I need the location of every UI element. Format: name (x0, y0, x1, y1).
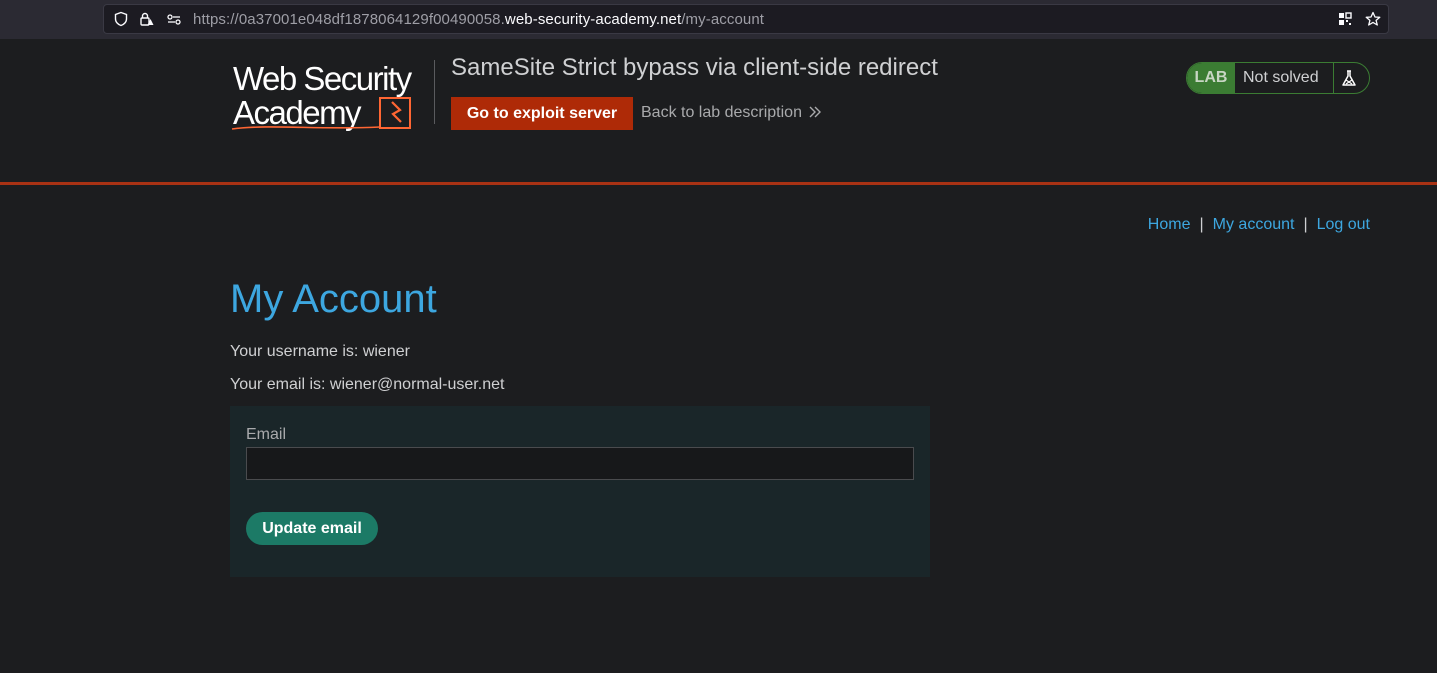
qr-code-icon[interactable] (1337, 11, 1353, 27)
nav-my-account-link[interactable]: My account (1213, 216, 1295, 233)
lab-title: SameSite Strict bypass via client-side r… (451, 54, 938, 81)
go-to-exploit-server-button[interactable]: Go to exploit server (451, 97, 633, 130)
logo-line1: Web Security (233, 60, 413, 97)
permissions-icon[interactable] (166, 11, 182, 27)
nav-separator: | (1199, 216, 1204, 233)
shield-icon[interactable] (113, 11, 129, 27)
url-prefix: https://0a37001e048df1878064129f00490058… (193, 11, 505, 28)
logo-line2: Academy (233, 94, 362, 131)
url-domain: web-security-academy.net (504, 11, 682, 28)
web-security-academy-logo[interactable]: Web Security Academy (230, 58, 435, 134)
address-bar[interactable]: https://0a37001e048df1878064129f00490058… (103, 4, 1389, 34)
logo-divider (434, 60, 435, 124)
double-chevron-right-icon (809, 106, 821, 118)
email-label: Email (246, 426, 287, 443)
update-email-button[interactable]: Update email (246, 512, 378, 545)
email-text: Your email is: wiener@normal-user.net (230, 376, 505, 393)
lab-status-divider (1333, 63, 1334, 93)
nav-log-out-link[interactable]: Log out (1317, 216, 1370, 233)
flask-icon (1342, 70, 1356, 86)
nav-home-link[interactable]: Home (1148, 216, 1191, 233)
top-nav: Home | My account | Log out (1148, 216, 1370, 234)
nav-separator: | (1303, 216, 1308, 233)
username-text: Your username is: wiener (230, 343, 410, 360)
url-path: /my-account (681, 11, 765, 28)
lock-warning-icon[interactable] (138, 11, 154, 27)
lab-tag: LAB (1187, 63, 1235, 93)
change-email-form: Email Update email (230, 406, 930, 577)
bookmark-star-icon[interactable] (1365, 11, 1381, 27)
url-text[interactable]: https://0a37001e048df1878064129f00490058… (193, 11, 764, 28)
back-to-lab-description-link[interactable]: Back to lab description (641, 104, 822, 122)
page-title: My Account (230, 277, 437, 321)
back-link-label: Back to lab description (641, 104, 802, 121)
lab-status-widget: LAB Not solved (1186, 62, 1370, 94)
lab-status-text: Not solved (1243, 69, 1319, 86)
email-input[interactable] (246, 447, 914, 480)
browser-toolbar: https://0a37001e048df1878064129f00490058… (0, 0, 1437, 39)
header-divider (0, 182, 1437, 185)
